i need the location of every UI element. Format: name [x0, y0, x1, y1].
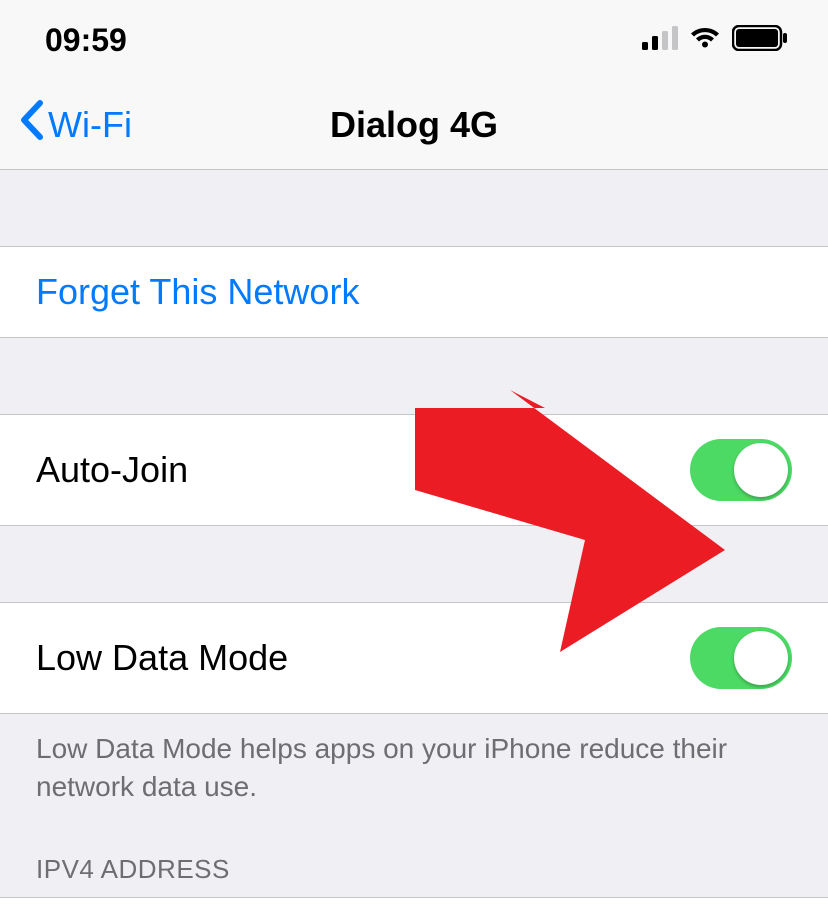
chevron-left-icon	[18, 100, 44, 149]
low-data-mode-footer: Low Data Mode helps apps on your iPhone …	[0, 714, 828, 806]
low-data-mode-row: Low Data Mode	[0, 602, 828, 714]
back-label: Wi-Fi	[48, 104, 132, 146]
configure-ip-row[interactable]: Configure IP Automatic	[0, 897, 828, 916]
status-icons	[642, 25, 788, 56]
back-button[interactable]: Wi-Fi	[0, 100, 132, 149]
forget-network-button[interactable]: Forget This Network	[0, 246, 828, 338]
toggle-knob	[734, 631, 788, 685]
auto-join-row: Auto-Join	[0, 414, 828, 526]
toggle-knob	[734, 443, 788, 497]
ipv4-section-header: IPV4 ADDRESS	[0, 806, 828, 897]
wifi-icon	[688, 26, 722, 55]
nav-bar: Wi-Fi Dialog 4G	[0, 80, 828, 170]
forget-network-label: Forget This Network	[36, 271, 359, 313]
low-data-mode-label: Low Data Mode	[36, 637, 288, 679]
section-spacer	[0, 338, 828, 414]
low-data-mode-toggle[interactable]	[690, 627, 792, 689]
section-spacer	[0, 170, 828, 246]
cellular-signal-icon	[642, 26, 678, 55]
status-time: 09:59	[45, 22, 127, 59]
auto-join-label: Auto-Join	[36, 449, 188, 491]
status-bar: 09:59	[0, 0, 828, 80]
auto-join-toggle[interactable]	[690, 439, 792, 501]
battery-icon	[732, 25, 788, 56]
section-spacer	[0, 526, 828, 602]
